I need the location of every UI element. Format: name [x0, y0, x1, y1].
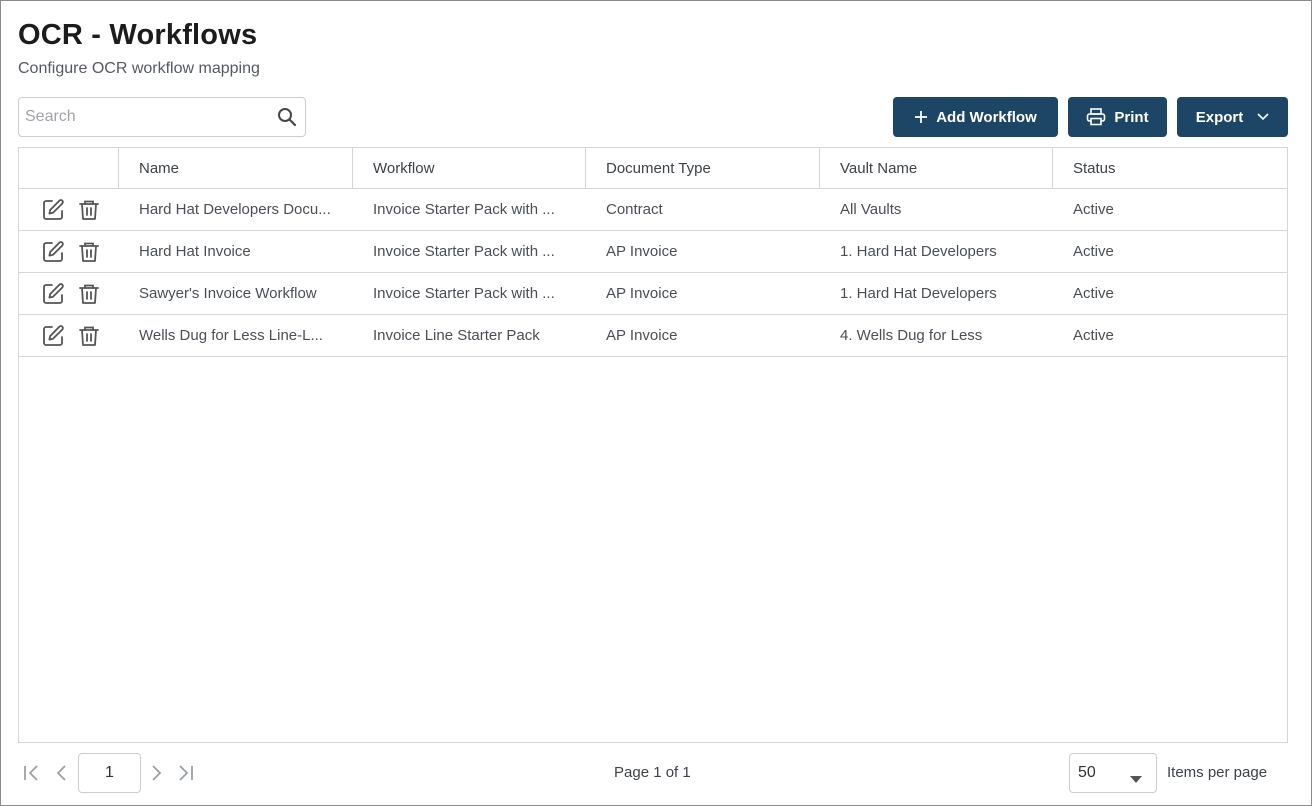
table-row[interactable]: Sawyer's Invoice Workflow Invoice Starte…	[19, 273, 1287, 315]
grid-body: Hard Hat Developers Docu... Invoice Star…	[19, 189, 1287, 357]
page-info: Page 1 of 1	[614, 764, 691, 781]
cell-status-text: Active	[1073, 201, 1114, 218]
cell-name: Wells Dug for Less Line-L...	[119, 315, 353, 356]
cell-name: Hard Hat Developers Docu...	[119, 189, 353, 230]
cell-vault-name: 1. Hard Hat Developers	[820, 231, 1053, 272]
first-page-icon[interactable]	[22, 763, 42, 783]
table-row[interactable]: Hard Hat Invoice Invoice Starter Pack wi…	[19, 231, 1287, 273]
row-actions	[19, 315, 119, 356]
chevron-down-icon	[1257, 113, 1269, 121]
cell-document-type-text: AP Invoice	[606, 243, 678, 260]
table-row[interactable]: Hard Hat Developers Docu... Invoice Star…	[19, 189, 1287, 231]
column-header-vault-name[interactable]: Vault Name	[820, 148, 1053, 188]
add-workflow-button[interactable]: Add Workflow	[893, 97, 1058, 137]
cell-status: Active	[1053, 273, 1287, 314]
search-box	[18, 97, 306, 137]
cell-status: Active	[1053, 231, 1287, 272]
cell-vault-name-text: 1. Hard Hat Developers	[840, 285, 997, 302]
cell-workflow: Invoice Starter Pack with ...	[353, 273, 586, 314]
table-row[interactable]: Wells Dug for Less Line-L... Invoice Lin…	[19, 315, 1287, 357]
items-per-page-label: Items per page	[1167, 764, 1268, 781]
cell-vault-name-text: 1. Hard Hat Developers	[840, 243, 997, 260]
page-title: OCR - Workflows	[18, 19, 258, 51]
cell-name-text: Sawyer's Invoice Workflow	[139, 285, 317, 302]
workflows-grid: Name Workflow Document Type Vault Name S…	[18, 147, 1288, 743]
cell-workflow-text: Invoice Starter Pack with ...	[373, 285, 555, 302]
column-header-name[interactable]: Name	[119, 148, 353, 188]
cell-document-type: AP Invoice	[586, 315, 820, 356]
row-actions	[19, 189, 119, 230]
edit-icon[interactable]	[41, 324, 65, 348]
plus-icon	[914, 110, 928, 124]
cell-document-type: Contract	[586, 189, 820, 230]
cell-document-type-text: Contract	[606, 201, 663, 218]
search-icon[interactable]	[277, 107, 297, 127]
cell-workflow-text: Invoice Starter Pack with ...	[373, 243, 555, 260]
cell-status: Active	[1053, 315, 1287, 356]
cell-name-text: Hard Hat Invoice	[139, 243, 251, 260]
edit-icon[interactable]	[41, 198, 65, 222]
cell-document-type-text: AP Invoice	[606, 285, 678, 302]
print-label: Print	[1114, 108, 1149, 126]
edit-icon[interactable]	[41, 240, 65, 264]
cell-name: Sawyer's Invoice Workflow	[119, 273, 353, 314]
page-number-input[interactable]	[78, 753, 141, 793]
printer-icon	[1086, 108, 1106, 126]
row-actions	[19, 231, 119, 272]
cell-status-text: Active	[1073, 243, 1114, 260]
page-size-select[interactable]: 50	[1069, 753, 1157, 793]
column-header-status[interactable]: Status	[1053, 148, 1287, 188]
grid-header: Name Workflow Document Type Vault Name S…	[19, 148, 1287, 189]
cell-vault-name-text: All Vaults	[840, 201, 902, 218]
page-subtitle: Configure OCR workflow mapping	[18, 60, 260, 77]
cell-status-text: Active	[1073, 327, 1114, 344]
actions-column-header	[19, 148, 119, 188]
cell-document-type: AP Invoice	[586, 273, 820, 314]
next-page-icon[interactable]	[146, 763, 166, 783]
add-workflow-label: Add Workflow	[936, 108, 1037, 126]
trash-icon[interactable]	[77, 240, 101, 264]
search-input[interactable]	[25, 98, 273, 136]
cell-document-type-text: AP Invoice	[606, 327, 678, 344]
cell-name-text: Wells Dug for Less Line-L...	[139, 327, 323, 344]
previous-page-icon[interactable]	[52, 763, 72, 783]
column-header-document-type[interactable]: Document Type	[586, 148, 820, 188]
cell-name: Hard Hat Invoice	[119, 231, 353, 272]
column-header-workflow[interactable]: Workflow	[353, 148, 586, 188]
cell-document-type: AP Invoice	[586, 231, 820, 272]
cell-name-text: Hard Hat Developers Docu...	[139, 201, 331, 218]
app-window: OCR - Workflows Configure OCR workflow m…	[0, 0, 1312, 806]
print-button[interactable]: Print	[1068, 97, 1167, 137]
cell-workflow: Invoice Starter Pack with ...	[353, 231, 586, 272]
cell-vault-name: 1. Hard Hat Developers	[820, 273, 1053, 314]
last-page-icon[interactable]	[175, 763, 195, 783]
cell-vault-name-text: 4. Wells Dug for Less	[840, 327, 983, 344]
edit-icon[interactable]	[41, 282, 65, 306]
cell-workflow: Invoice Line Starter Pack	[353, 315, 586, 356]
trash-icon[interactable]	[77, 198, 101, 222]
cell-workflow: Invoice Starter Pack with ...	[353, 189, 586, 230]
cell-workflow-text: Invoice Line Starter Pack	[373, 327, 540, 344]
trash-icon[interactable]	[77, 324, 101, 348]
caret-down-icon	[1130, 770, 1142, 788]
export-button[interactable]: Export	[1177, 97, 1288, 137]
cell-vault-name: 4. Wells Dug for Less	[820, 315, 1053, 356]
cell-vault-name: All Vaults	[820, 189, 1053, 230]
row-actions	[19, 273, 119, 314]
cell-workflow-text: Invoice Starter Pack with ...	[373, 201, 555, 218]
pagination-bar: Page 1 of 1 50 Items per page	[18, 749, 1288, 797]
trash-icon[interactable]	[77, 282, 101, 306]
page-size-value: 50	[1078, 764, 1096, 781]
cell-status: Active	[1053, 189, 1287, 230]
cell-status-text: Active	[1073, 285, 1114, 302]
export-label: Export	[1195, 108, 1244, 126]
